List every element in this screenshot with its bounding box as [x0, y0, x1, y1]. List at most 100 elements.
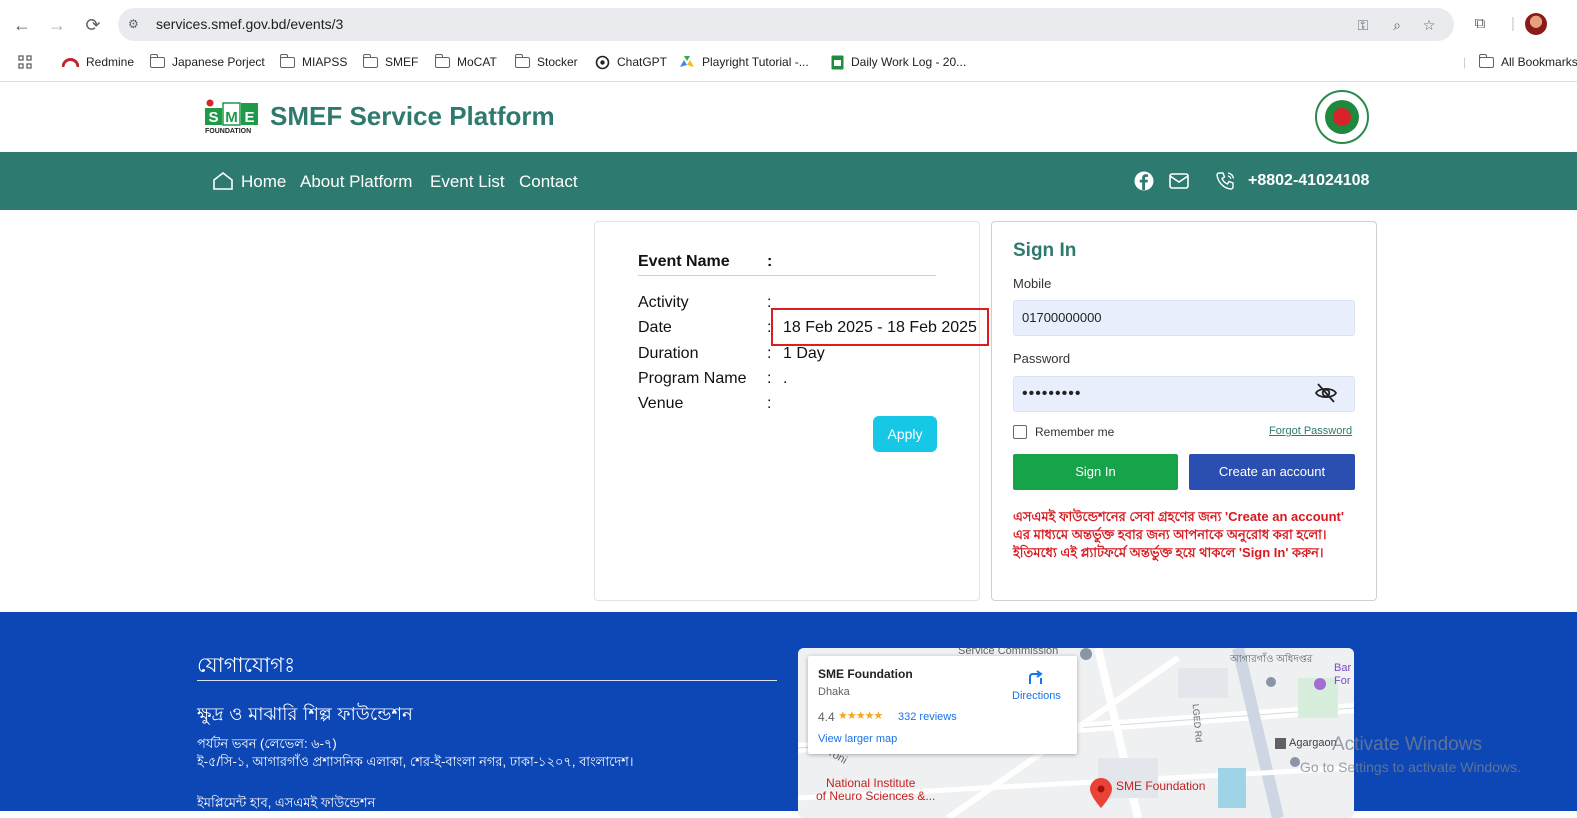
mail-icon[interactable] [1168, 171, 1190, 191]
forward-icon[interactable]: → [45, 13, 69, 37]
event-name-divider [638, 275, 936, 276]
folder-icon [514, 53, 530, 68]
bookmark-all-bookmarks[interactable]: All Bookmarks [1478, 53, 1577, 71]
zoom-icon[interactable]: ⌕ [1388, 16, 1406, 34]
map-reviews-link[interactable]: 332 reviews [898, 711, 957, 723]
bookmark-japanese-porject[interactable]: Japanese Porject [149, 53, 265, 71]
directions-link[interactable]: Directions [1012, 690, 1061, 702]
remember-me-checkbox[interactable] [1013, 425, 1027, 439]
redmine-icon [62, 58, 79, 68]
mobile-label: Mobile [1013, 276, 1052, 291]
contact-divider [197, 680, 777, 681]
home-icon[interactable] [212, 171, 234, 191]
remember-me-label[interactable]: Remember me [1035, 425, 1114, 439]
organization-name: ক্ষুদ্র ও মাঝারি শিল্প ফাউন্ডেশন [197, 704, 413, 725]
map-label-for: For [1334, 675, 1351, 687]
map-rating-value: 4.4 [818, 710, 835, 724]
sme-foundation-logo[interactable]: S M E FOUNDATION [205, 99, 259, 135]
bookmark-star-icon[interactable]: ☆ [1420, 16, 1438, 34]
nav-about-platform[interactable]: About Platform [300, 172, 412, 192]
map-rating-stars: ★★★★★ [838, 710, 883, 722]
event-name-separator: : [767, 253, 773, 270]
activate-windows-subtitle: Go to Settings to activate Windows. [1300, 759, 1521, 775]
mobile-input[interactable]: 01700000000 [1013, 300, 1355, 336]
nav-home[interactable]: Home [241, 172, 286, 192]
toolbar-divider: | [1511, 15, 1515, 32]
folder-icon [1478, 53, 1494, 68]
sign-up-notice: এসএমই ফাউন্ডেশনের সেবা গ্রহণের জন্য 'Cre… [1013, 509, 1344, 560]
password-input[interactable]: ••••••••• [1013, 376, 1355, 412]
svg-text:E: E [244, 109, 254, 126]
program-name-label: Program Name [638, 370, 747, 387]
bookmark-daily-work-log[interactable]: Daily Work Log - 20... [831, 53, 966, 71]
bookmark-label: Redmine [86, 55, 135, 69]
duration-separator: : [767, 345, 772, 362]
back-icon[interactable]: ← [10, 13, 34, 37]
hide-password-eye-icon[interactable] [1314, 382, 1338, 404]
sheets-icon [831, 55, 844, 69]
program-name-value: . [783, 370, 788, 387]
bookmarks-bar: Redmine Japanese Porject MIAPSS SMEF MoC… [0, 48, 1577, 76]
folder-icon [279, 53, 295, 68]
site-title[interactable]: SMEF Service Platform [270, 101, 555, 132]
svg-text:FOUNDATION: FOUNDATION [205, 128, 251, 135]
bookmark-smef[interactable]: SMEF [362, 53, 419, 71]
sign-in-button[interactable]: Sign In [1013, 454, 1178, 490]
bookmark-label: ChatGPT [617, 55, 668, 69]
government-emblem [1315, 90, 1369, 144]
bookmark-label: Japanese Porject [172, 55, 265, 69]
nav-contact[interactable]: Contact [519, 172, 578, 192]
map-place-city: Dhaka [818, 686, 850, 698]
apply-button[interactable]: Apply [873, 416, 937, 452]
bookmark-label: Daily Work Log - 20... [851, 55, 967, 69]
bookmark-miapss[interactable]: MIAPSS [279, 53, 348, 71]
drive-icon [680, 56, 694, 67]
address-bar[interactable]: ⚙ services.smef.gov.bd/events/3 ⚿ ⌕ ☆ [118, 8, 1454, 41]
bookmark-label: Stocker [537, 55, 578, 69]
profile-avatar[interactable] [1525, 13, 1547, 35]
address-line-2: ই-৫/সি-১, আগারগাঁও প্রশাসনিক এলাকা, শের-… [197, 754, 634, 769]
venue-label: Venue [638, 395, 684, 412]
map-label-bar: Bar [1334, 662, 1352, 674]
svg-text:S: S [208, 109, 218, 126]
view-larger-map-link[interactable]: View larger map [818, 733, 897, 745]
facebook-icon[interactable] [1133, 171, 1155, 191]
bookmark-chatgpt[interactable]: ChatGPT [595, 53, 667, 71]
event-name-label: Event Name [638, 253, 730, 270]
url-text[interactable]: services.smef.gov.bd/events/3 [156, 16, 343, 32]
create-account-button[interactable]: Create an account [1189, 454, 1355, 490]
folder-icon [149, 53, 165, 68]
reload-icon[interactable]: ⟳ [81, 13, 105, 37]
map-label-agargaon: Agargaon [1289, 737, 1337, 749]
map-label-bangla: আগারগাঁও অধিদপ্তর [1230, 654, 1313, 665]
activate-windows-title: Activate Windows [1332, 734, 1482, 755]
chatgpt-icon [595, 55, 610, 69]
contact-phone-number[interactable]: +8802-41024108 [1248, 172, 1369, 190]
bookmark-playright-tutorial[interactable]: Playright Tutorial -... [679, 53, 809, 71]
folder-icon [362, 53, 378, 68]
forgot-password-link[interactable]: Forgot Password [1269, 425, 1352, 437]
password-key-icon[interactable]: ⚿ [1354, 16, 1372, 34]
map-label-national-institute: National Institute [826, 776, 916, 790]
address-line-3: ইমপ্লিমেন্ট হাব, এসএমই ফাউন্ডেশন [197, 795, 376, 810]
directions-icon[interactable] [1027, 668, 1045, 686]
bookmark-redmine[interactable]: Redmine [62, 53, 134, 71]
apps-grid-icon[interactable] [18, 53, 32, 71]
bookmark-mocat[interactable]: MoCAT [434, 53, 497, 71]
date-highlight-box [771, 308, 989, 346]
extensions-icon[interactable]: ⧉ [1469, 13, 1491, 35]
bookmark-label: MoCAT [457, 55, 497, 69]
contact-heading: যোগাযোগঃ [197, 653, 296, 677]
bookmark-stocker[interactable]: Stocker [514, 53, 578, 71]
site-info-icon[interactable]: ⚙ [128, 16, 144, 32]
bookmark-label: SMEF [385, 55, 419, 69]
bookmark-label: MIAPSS [302, 55, 348, 69]
bookmarks-divider: | [1463, 55, 1467, 69]
nav-event-list[interactable]: Event List [430, 172, 505, 192]
bookmark-label: All Bookmarks [1501, 55, 1577, 69]
activity-label: Activity [638, 294, 689, 311]
phone-icon [1216, 172, 1235, 190]
date-label: Date [638, 319, 672, 336]
password-label: Password [1013, 351, 1071, 366]
map-label-sme-foundation: SME Foundation [1116, 779, 1206, 793]
